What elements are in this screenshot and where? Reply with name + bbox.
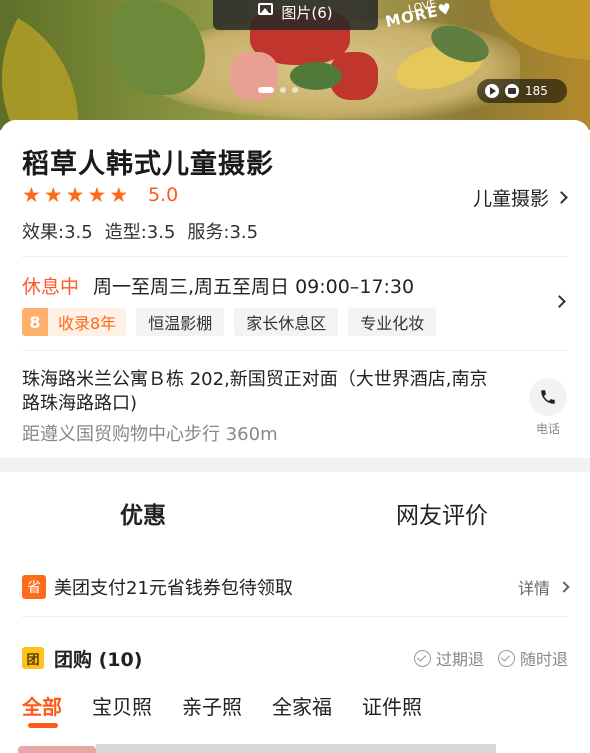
guarantee-anytime-refund: 随时退	[497, 646, 568, 670]
check-circle-icon	[413, 649, 431, 667]
shop-name: 稻草人韩式儿童摄影	[22, 149, 274, 180]
hero-image-gallery[interactable]: LOVE MORE♥ 图片(6) 185	[0, 0, 590, 130]
carousel-indicator	[258, 87, 298, 93]
save-icon: 省	[22, 575, 46, 599]
star-icon: ★	[109, 183, 129, 207]
subtab-id-photo[interactable]: 证件照	[362, 691, 422, 720]
subtab-all[interactable]: 全部	[22, 691, 62, 728]
star-icon: ★	[65, 183, 85, 207]
deals-section: 优惠 网友评价 省 美团支付21元省钱券包待领取 详情 团 团购 (10) 过期…	[0, 472, 590, 753]
gallery-button[interactable]: 图片(6)	[213, 0, 378, 30]
deal-thumbnail-peek	[18, 746, 96, 753]
gallery-label: 图片(6)	[281, 3, 333, 22]
chevron-right-icon[interactable]	[553, 295, 566, 308]
coupon-text: 美团支付21元省钱券包待领取	[54, 578, 293, 599]
rating-stars: ★ ★ ★ ★ ★	[22, 183, 128, 207]
decor-leaf	[0, 18, 122, 130]
tab-youhui[interactable]: 优惠	[120, 496, 174, 533]
rating-score: 5.0	[148, 184, 179, 206]
subtab-parent-child[interactable]: 亲子照	[182, 691, 242, 720]
carousel-dot	[280, 87, 286, 93]
shop-info-card: 稻草人韩式儿童摄影 ★ ★ ★ ★ ★ 5.0 儿童摄影 效果:3.5 造型:3…	[0, 120, 590, 458]
tag-item: 专业化妆	[348, 308, 437, 336]
decor-green-plush	[110, 0, 205, 95]
refund-guarantees: 过期退 随时退	[413, 646, 568, 670]
open-status: 休息中	[22, 276, 80, 298]
score-styling: 造型:3.5	[104, 222, 176, 243]
years-listed-tag: 8 收录8年	[22, 308, 127, 336]
years-label: 收录8年	[58, 314, 117, 333]
guarantee-label: 随时退	[519, 650, 568, 669]
divider	[22, 256, 568, 257]
carousel-dot-active	[258, 87, 274, 93]
chevron-right-icon	[558, 581, 570, 593]
decor-corn	[290, 62, 342, 90]
image-icon	[258, 3, 274, 15]
category-label: 儿童摄影	[472, 188, 549, 210]
tag-item: 家长休息区	[234, 308, 339, 336]
coupon-details-label: 详情	[517, 579, 550, 598]
shop-detail-page: LOVE MORE♥ 图片(6) 185 稻草人韩式儿童摄影 ★ ★ ★ ★ ★…	[0, 0, 590, 753]
coupon-banner[interactable]: 省 美团支付21元省钱券包待领取 详情	[22, 572, 570, 602]
coupon-details-link[interactable]: 详情	[517, 575, 570, 599]
check-circle-icon	[497, 649, 515, 667]
carousel-dot	[292, 87, 298, 93]
phone-icon	[529, 378, 567, 416]
section-gap	[0, 458, 590, 472]
deal-category-tabs: 全部 宝贝照 亲子照 全家福 证件照	[22, 691, 422, 728]
category-link[interactable]: 儿童摄影	[472, 184, 568, 211]
tab-youhui-label: 优惠	[120, 503, 166, 529]
score-effect: 效果:3.5	[22, 222, 93, 243]
phone-label: 电话	[535, 422, 560, 436]
guarantee-expired-refund: 过期退	[413, 646, 484, 670]
star-icon: ★	[22, 183, 41, 207]
group-buy-icon: 团	[22, 647, 44, 669]
subtab-family[interactable]: 全家福	[272, 691, 332, 720]
media-count-badge[interactable]: 185	[477, 79, 567, 103]
distance-text: 距遵义国贸购物中心步行 360m	[22, 424, 278, 445]
camera-icon	[505, 84, 519, 98]
business-hours[interactable]: 休息中 周一至周三,周五至周日 09:00–17:30	[22, 272, 414, 299]
sub-scores: 效果:3.5 造型:3.5 服务:3.5	[22, 218, 258, 244]
play-icon	[485, 84, 499, 98]
address-text[interactable]: 珠海路米兰公寓Ｂ栋 202,新国贸正对面（大世界酒店,南京路珠海路路口)	[22, 368, 502, 416]
divider	[22, 350, 568, 351]
star-icon: ★	[87, 183, 107, 207]
score-service: 服务:3.5	[187, 222, 259, 243]
hours-schedule: 周一至周三,周五至周日 09:00–17:30	[93, 276, 415, 298]
star-icon: ★	[43, 183, 63, 207]
subtab-baby[interactable]: 宝贝照	[92, 691, 152, 720]
guarantee-label: 过期退	[435, 650, 484, 669]
group-buy-header: 团 团购 (10) 过期退 随时退	[22, 644, 568, 672]
media-count: 185	[525, 84, 548, 98]
phone-button[interactable]: 电话	[528, 378, 568, 437]
tab-reviews[interactable]: 网友评价	[396, 496, 488, 530]
group-buy-title: 团购 (10)	[54, 648, 143, 671]
years-badge: 8	[22, 308, 48, 336]
deal-title-peek	[96, 744, 496, 753]
tag-item: 恒温影棚	[136, 308, 225, 336]
divider	[22, 616, 568, 617]
feature-tags: 8 收录8年 恒温影棚 家长休息区 专业化妆	[22, 308, 437, 336]
chevron-right-icon	[555, 191, 568, 204]
